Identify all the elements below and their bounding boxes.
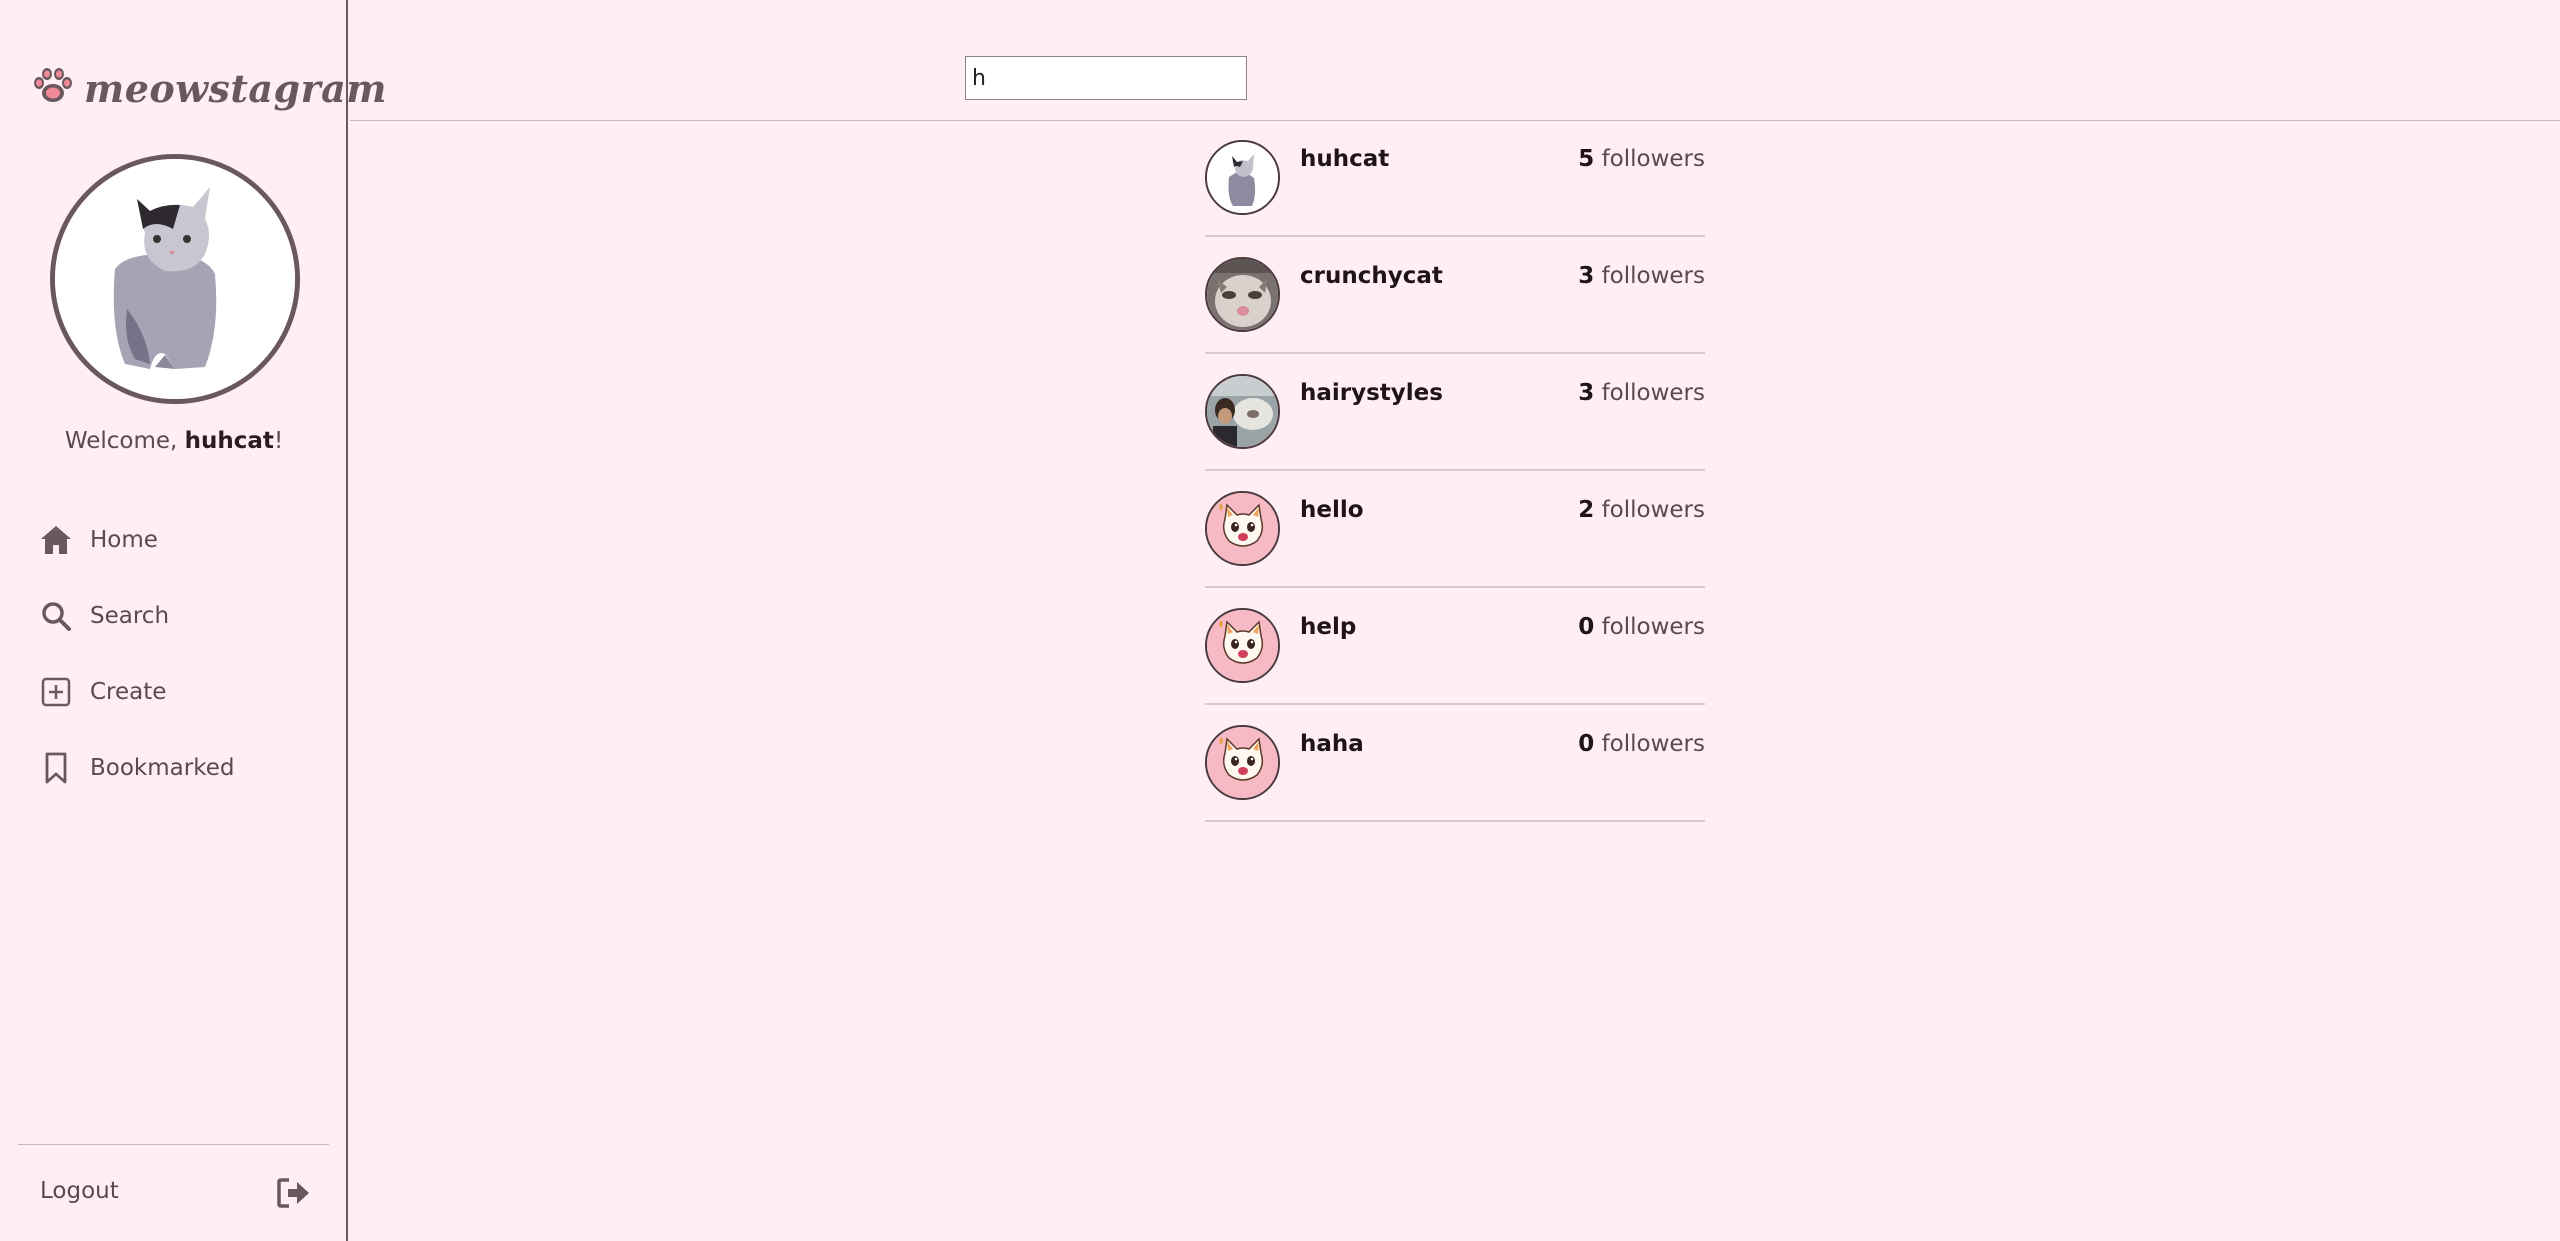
result-row[interactable]: crunchycat 3 followers — [1205, 237, 1705, 354]
avatar[interactable] — [1205, 257, 1280, 332]
followers-label: followers — [1601, 614, 1705, 640]
logout-icon[interactable] — [276, 1176, 312, 1210]
plus-square-icon — [38, 674, 74, 710]
result-row[interactable]: help 0 followers — [1205, 588, 1705, 705]
logo[interactable]: meowstagram — [32, 64, 387, 112]
avatar[interactable] — [1205, 725, 1280, 800]
avatar[interactable] — [1205, 374, 1280, 449]
welcome-prefix: Welcome, — [64, 428, 185, 454]
follower-count: 2 — [1578, 497, 1595, 523]
result-followers: 0 followers — [1578, 614, 1705, 640]
result-row[interactable]: hairystyles 3 followers — [1205, 354, 1705, 471]
follower-count: 0 — [1578, 614, 1595, 640]
result-row[interactable]: hello 2 followers — [1205, 471, 1705, 588]
sidebar-item-search[interactable]: Search — [38, 596, 234, 636]
result-followers: 5 followers — [1578, 146, 1705, 172]
search-header — [350, 0, 2560, 121]
sidebar-item-label: Search — [90, 603, 170, 629]
result-username[interactable]: help — [1300, 614, 1356, 640]
current-user-avatar[interactable] — [50, 154, 300, 404]
bookmark-icon — [38, 750, 74, 786]
welcome-message: Welcome, huhcat! — [0, 428, 348, 454]
follower-count: 5 — [1578, 146, 1595, 172]
home-icon — [38, 522, 74, 558]
avatar[interactable] — [1205, 608, 1280, 683]
crunchy-cat-photo — [1207, 259, 1278, 330]
result-row[interactable]: haha 0 followers — [1205, 705, 1705, 822]
result-username[interactable]: huhcat — [1300, 146, 1389, 172]
followers-label: followers — [1601, 497, 1705, 523]
result-username[interactable]: haha — [1300, 731, 1364, 757]
sidebar-item-label: Bookmarked — [90, 755, 235, 781]
sidebar-divider — [18, 1144, 329, 1145]
follower-count: 0 — [1578, 731, 1595, 757]
default-cartoon-cat — [1207, 610, 1278, 681]
search-icon — [38, 598, 74, 634]
sidebar-item-label: Home — [90, 527, 158, 553]
welcome-username: huhcat — [184, 428, 274, 454]
sidebar: meowstagram Welcome, huhcat! Home Search… — [0, 0, 386, 1241]
followers-label: followers — [1601, 146, 1705, 172]
person-with-cat-photo — [1207, 376, 1278, 447]
result-followers: 3 followers — [1578, 263, 1705, 289]
result-username[interactable]: hello — [1300, 497, 1364, 523]
grey-cat-photo — [55, 159, 295, 399]
result-followers: 0 followers — [1578, 731, 1705, 757]
sidebar-nav: Home Search Create Bookmarked — [38, 520, 234, 824]
avatar[interactable] — [1205, 140, 1280, 215]
default-cartoon-cat — [1207, 493, 1278, 564]
sidebar-item-label: Create — [90, 679, 167, 705]
paw-icon — [32, 67, 74, 109]
welcome-suffix: ! — [273, 428, 284, 454]
result-username[interactable]: crunchycat — [1300, 263, 1443, 289]
search-input[interactable] — [965, 56, 1247, 100]
search-results: huhcat 5 followers crunchycat 3 follower… — [1205, 120, 1705, 822]
sidebar-item-create[interactable]: Create — [38, 672, 234, 712]
followers-label: followers — [1601, 263, 1705, 289]
result-followers: 2 followers — [1578, 497, 1705, 523]
sidebar-item-home[interactable]: Home — [38, 520, 234, 560]
followers-label: followers — [1601, 731, 1705, 757]
avatar[interactable] — [1205, 491, 1280, 566]
result-username[interactable]: hairystyles — [1300, 380, 1443, 406]
result-followers: 3 followers — [1578, 380, 1705, 406]
followers-label: followers — [1601, 380, 1705, 406]
logout-button[interactable]: Logout — [40, 1178, 119, 1204]
grey-cat-photo — [1207, 142, 1278, 213]
sidebar-item-bookmarked[interactable]: Bookmarked — [38, 748, 234, 788]
follower-count: 3 — [1578, 263, 1595, 289]
app-name: meowstagram — [84, 65, 387, 111]
follower-count: 3 — [1578, 380, 1595, 406]
result-row[interactable]: huhcat 5 followers — [1205, 120, 1705, 237]
default-cartoon-cat — [1207, 727, 1278, 798]
